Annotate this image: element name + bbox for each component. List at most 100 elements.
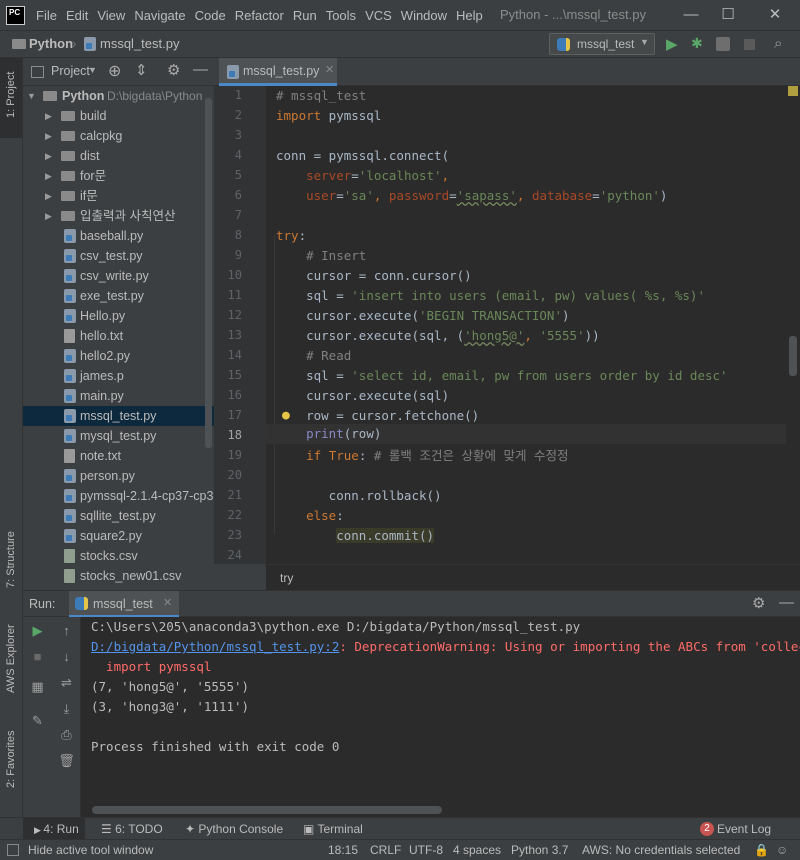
tree-file[interactable]: Hello.py — [23, 306, 214, 326]
print-icon[interactable]: ⎙ — [52, 727, 81, 747]
inspection-status-icon[interactable] — [788, 86, 798, 96]
tree-file[interactable]: sqllite_test.py — [23, 506, 214, 526]
hide-icon[interactable]: — — [193, 61, 208, 78]
inspector-icon[interactable]: ☺ — [776, 843, 788, 857]
close-tab-icon[interactable]: ✕ — [325, 63, 334, 76]
trash-icon[interactable]: 🗑 — [52, 753, 81, 773]
tree-folder[interactable]: ▶ dist — [23, 146, 214, 166]
tree-file[interactable]: csv_write.py — [23, 266, 214, 286]
breadcrumb-file[interactable]: mssql_test.py — [100, 36, 179, 51]
favorites-tool-tab[interactable]: 2: Favorites — [5, 731, 17, 788]
tree-file[interactable]: hello2.py — [23, 346, 214, 366]
breadcrumb-project[interactable]: Python — [29, 36, 73, 51]
tree-folder[interactable]: ▶ build — [23, 106, 214, 126]
line-separator[interactable]: CRLF — [370, 843, 401, 857]
scroll-down-icon[interactable]: ↓ — [52, 649, 81, 669]
console-file-link[interactable]: D:/bigdata/Python/mssql_test.py:2 — [91, 639, 339, 654]
tree-file[interactable]: mysql_test.py — [23, 426, 214, 446]
tree-file[interactable]: mssql_test.py — [23, 406, 214, 426]
menu-vcs[interactable]: VCS — [365, 8, 392, 23]
pin-icon[interactable]: ✎ — [23, 713, 52, 733]
tree-file[interactable]: note.txt — [23, 446, 214, 466]
tree-file[interactable]: baseball.py — [23, 226, 214, 246]
tree-file[interactable]: main.py — [23, 386, 214, 406]
debug-icon[interactable]: ✱ — [691, 35, 703, 52]
menu-help[interactable]: Help — [456, 8, 483, 23]
scroll-to-end-icon[interactable]: ⤓ — [52, 701, 81, 721]
menu-edit[interactable]: Edit — [66, 8, 88, 23]
tree-file-label: hello.txt — [80, 329, 124, 343]
coverage-icon[interactable] — [716, 37, 730, 51]
python-console-tool-tab[interactable]: ✦ Python Console — [185, 822, 283, 836]
tree-folder[interactable]: ▶ 입출력과 사칙연산 — [23, 206, 214, 226]
tree-folder[interactable]: ▶ for문 — [23, 166, 214, 186]
file-encoding[interactable]: UTF-8 — [409, 843, 443, 857]
minimize-button[interactable]: — — [680, 4, 702, 26]
editor-scrollbar[interactable] — [786, 86, 800, 564]
menu-navigate[interactable]: Navigate — [134, 8, 185, 23]
structure-tool-tab[interactable]: 7: Structure — [5, 531, 17, 588]
tree-file[interactable]: pymssql-2.1.4-cp37-cp37m — [23, 486, 214, 506]
indent-setting[interactable]: 4 spaces — [453, 843, 501, 857]
tree-folder-label: if문 — [80, 189, 98, 203]
tree-file[interactable]: exe_test.py — [23, 286, 214, 306]
title-bar: PC File Edit View Navigate Code Refactor… — [0, 0, 800, 30]
menu-tools[interactable]: Tools — [326, 8, 356, 23]
gear-icon[interactable]: ⚙ — [752, 594, 765, 612]
tree-file[interactable]: hello.txt — [23, 326, 214, 346]
editor-breadcrumb[interactable]: try — [280, 571, 293, 585]
menu-run[interactable]: Run — [293, 8, 317, 23]
layout-icon[interactable]: ▦ — [23, 679, 52, 699]
tree-file[interactable]: person.py — [23, 466, 214, 486]
stop-icon[interactable] — [744, 39, 755, 50]
aws-explorer-tool-tab[interactable]: AWS Explorer — [5, 624, 17, 693]
tool-window-icon[interactable] — [7, 844, 19, 856]
scroll-up-icon[interactable]: ↑ — [52, 623, 81, 643]
project-scrollbar[interactable] — [205, 98, 212, 448]
run-tool-tab[interactable]: ▶ 4: Run — [34, 822, 79, 836]
locate-icon[interactable]: ⊕ — [108, 61, 121, 81]
maximize-button[interactable]: ☐ — [717, 4, 739, 26]
tree-file[interactable]: csv_test.py — [23, 246, 214, 266]
lock-icon[interactable]: 🔒 — [754, 843, 769, 857]
hide-icon[interactable]: — — [779, 594, 794, 611]
tree-folder[interactable]: ▶ calcpkg — [23, 126, 214, 146]
tree-file-label: exe_test.py — [80, 289, 144, 303]
tree-file[interactable]: stocks_new01.csv — [23, 566, 214, 586]
editor-tab-mssql-test[interactable]: mssql_test.py ✕ — [219, 58, 337, 86]
tree-file[interactable]: stocks.csv — [23, 546, 214, 566]
run-icon[interactable]: ▶ — [666, 35, 678, 53]
menu-file[interactable]: File — [36, 8, 57, 23]
rerun-icon[interactable]: ▶ — [23, 623, 52, 643]
tree-folder[interactable]: ▶ if문 — [23, 186, 214, 206]
caret-position[interactable]: 18:15 — [328, 843, 358, 857]
console-horizontal-scrollbar[interactable] — [92, 806, 442, 814]
gear-icon[interactable]: ⚙ — [167, 61, 180, 79]
close-button[interactable]: ✕ — [764, 4, 786, 26]
terminal-tool-tab[interactable]: ▣ Terminal — [303, 822, 363, 836]
tree-file[interactable]: james.p — [23, 366, 214, 386]
menu-refactor[interactable]: Refactor — [235, 8, 284, 23]
tree-file[interactable]: square2.py — [23, 526, 214, 546]
project-view-selector[interactable]: Project — [51, 64, 90, 78]
event-log-tool-tab[interactable]: Event Log — [717, 822, 771, 836]
soft-wrap-icon[interactable]: ⇌ — [52, 675, 81, 695]
search-icon[interactable]: ⌕ — [774, 35, 782, 52]
python-interpreter[interactable]: Python 3.7 — [511, 843, 568, 857]
project-tool-tab[interactable]: 1: Project — [5, 72, 17, 118]
run-console-output[interactable]: C:\Users\205\anaconda3\python.exe D:/big… — [81, 617, 800, 817]
stop-icon[interactable]: ■ — [23, 649, 52, 669]
run-tab-mssql-test[interactable]: mssql_test ✕ — [69, 591, 179, 618]
menu-view[interactable]: View — [97, 8, 125, 23]
editor-scroll-thumb[interactable] — [789, 336, 797, 376]
code-editor[interactable]: # mssql_test import pymssql conn = pymss… — [266, 86, 786, 564]
tree-root[interactable]: ▼ Python D:\bigdata\Python — [23, 86, 214, 106]
collapse-all-icon[interactable]: ⇕ — [135, 61, 148, 79]
menu-code[interactable]: Code — [195, 8, 226, 23]
run-configuration-dropdown[interactable]: mssql_test ▼ — [549, 33, 655, 55]
lightbulb-icon[interactable]: ● — [282, 408, 290, 423]
close-tab-icon[interactable]: ✕ — [163, 596, 172, 609]
menu-window[interactable]: Window — [401, 8, 447, 23]
todo-tool-tab[interactable]: ☰ 6: TODO — [101, 822, 163, 836]
aws-credentials[interactable]: AWS: No credentials selected — [582, 843, 740, 857]
